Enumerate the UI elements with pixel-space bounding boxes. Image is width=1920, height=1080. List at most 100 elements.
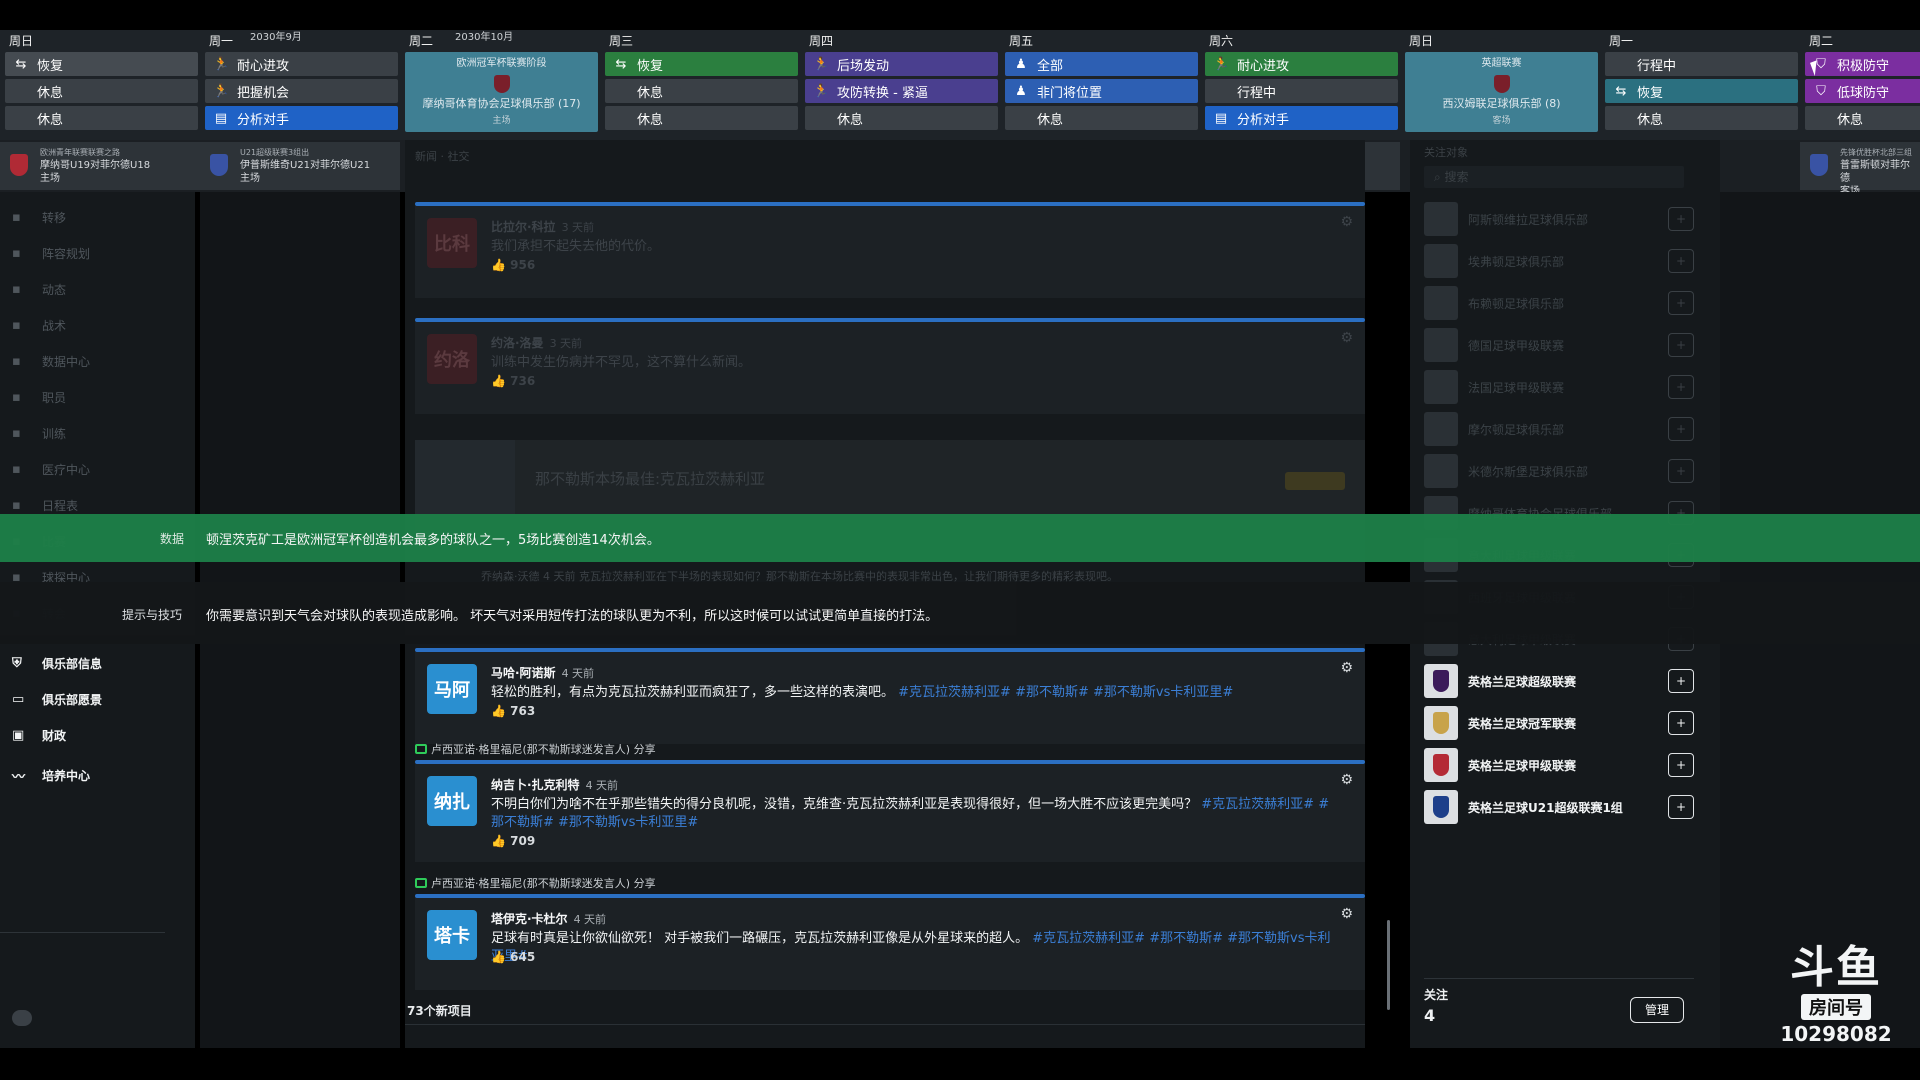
follow-button[interactable]: + [1668,291,1694,315]
day-label: 周四 [809,34,834,48]
follow-item[interactable]: 摩尔顿足球俱乐部 + [1424,412,1694,446]
post-likes[interactable]: 👍 709 [491,834,535,848]
nav-item-dim[interactable]: ▪ 日程表 [12,494,78,516]
social-post[interactable]: 马阿 马哈·阿诺斯 4 天前 轻松的胜利，有点为克瓦拉茨赫利亚而疯狂了，多一些这样的表… [415,646,1365,744]
gear-icon[interactable]: ⚙ [1340,214,1353,230]
follow-item[interactable]: 阿斯顿维拉足球俱乐部 + [1424,202,1694,236]
nav-item-vision[interactable]: ▭ 俱乐部愿景 [12,688,102,710]
training-slot[interactable]: 休息 [1805,106,1920,130]
nav-item-dim[interactable]: ▪ 阵容规划 [12,242,90,264]
gear-icon[interactable]: ⚙ [1340,660,1353,676]
avatar[interactable]: 纳扎 [427,776,477,826]
nav-item-dim[interactable]: ▪ 医疗中心 [12,458,90,480]
social-post[interactable]: 约洛 约洛·洛曼 3 天前 训练中发生伤病并不罕见，这不算什么新闻。 👍 736 ⚙ [415,316,1365,414]
match-cell[interactable]: 英超联赛 西汉姆联足球俱乐部 (8) 客场 [1405,52,1598,132]
avatar[interactable]: 塔卡 [427,910,477,960]
chat-icon[interactable] [12,1010,32,1026]
social-post[interactable]: 卢西亚诺·格里福尼(那不勒斯球迷发言人) 分享 塔卡 塔伊克·卡杜尔 4 天前 足球有时… [415,874,1365,990]
post-likes[interactable]: 👍 645 [491,950,535,964]
post-likes[interactable]: 👍 736 [491,374,535,388]
training-slot[interactable]: ⇆ 恢复 [1605,79,1798,103]
training-slot[interactable]: 休息 [5,79,198,103]
training-slot[interactable]: 休息 [605,79,798,103]
social-post[interactable]: 卢西亚诺·格里福尼(那不勒斯球迷发言人) 分享 纳扎 纳吉卜·扎克利特 4 天前 不明白… [415,740,1365,862]
gear-icon[interactable]: ⚙ [1340,906,1353,922]
gear-icon[interactable]: ⚙ [1340,330,1353,346]
follow-button[interactable]: + [1668,669,1694,693]
feed-scrollbar[interactable] [1387,920,1390,1010]
follow-item[interactable]: 英格兰足球甲级联赛 + [1424,748,1694,782]
league-logo [1424,790,1458,824]
training-slot[interactable]: ⇆ 恢复 [605,52,798,76]
nav-item-dim[interactable]: ▪ 转移 [12,206,66,228]
training-slot[interactable]: ▤ 分析对手 [1205,106,1398,130]
post-likes[interactable]: 👍 956 [491,258,535,272]
follow-item[interactable]: 法国足球甲级联赛 + [1424,370,1694,404]
post-author[interactable]: 纳吉卜·扎克利特 4 天前 [491,776,618,793]
post-author[interactable]: 马哈·阿诺斯 4 天前 [491,664,594,681]
reserve-fixture[interactable]: 先锋优胜杯北部三组普雷斯顿对菲尔德客场 [1800,142,1920,197]
post-likes[interactable]: 👍 763 [491,704,535,718]
training-slot[interactable]: 行程中 [1605,52,1798,76]
nav-item-dev[interactable]: 〰 培养中心 [12,764,90,786]
post-author[interactable]: 塔伊克·卡杜尔 4 天前 [491,910,606,927]
avatar[interactable]: 约洛 [427,334,477,384]
follow-button[interactable]: + [1668,459,1694,483]
follow-button[interactable]: + [1668,753,1694,777]
training-slot[interactable]: ▤ 分析对手 [205,106,398,130]
reserve-fixture[interactable]: 欧洲青年联赛联赛之路 摩纳哥U19对菲尔德U18 主场 [0,142,200,190]
post-author[interactable]: 约洛·洛曼 3 天前 [491,334,582,351]
gear-icon[interactable]: ⚙ [1340,772,1353,788]
training-slot[interactable]: 🏃 把握机会 [205,79,398,103]
social-post[interactable]: 比科 比拉尔·科拉 3 天前 我们承担不起失去他的代价。 👍 956 ⚙ [415,200,1365,298]
manage-button[interactable]: 管理 [1630,997,1684,1023]
follow-item[interactable]: 英格兰足球超级联赛 + [1424,664,1694,698]
training-slot[interactable]: 休息 [5,106,198,130]
training-slot[interactable]: 休息 [1005,106,1198,130]
follow-item[interactable]: 英格兰足球冠军联赛 + [1424,706,1694,740]
training-slot[interactable]: 🏃 后场发动 [805,52,998,76]
nav-item-dim[interactable]: ▪ 战术 [12,314,66,336]
follow-button[interactable]: + [1668,417,1694,441]
follow-search-input[interactable]: ⌕ 搜索 [1424,166,1684,188]
follow-item[interactable]: 英格兰足球U21超级联赛1组 + [1424,790,1694,824]
new-items-count[interactable]: 73个新项目 [407,1002,472,1019]
training-slot[interactable]: 🏃 攻防转换 - 紧逼 [805,79,998,103]
follow-item[interactable]: 德国足球甲级联赛 + [1424,328,1694,362]
reserve-fixture[interactable]: U21超级联赛3组出 伊普斯维奇U21对菲尔德U21 主场 [200,142,400,190]
training-slot[interactable]: 休息 [805,106,998,130]
nav-item-dim[interactable]: ▪ 数据中心 [12,350,90,372]
match-cell[interactable]: 欧洲冠军杯联赛阶段 摩纳哥体育协会足球俱乐部 (17) 主场 [405,52,598,132]
follow-button[interactable]: + [1668,207,1694,231]
training-slot[interactable]: 行程中 [1205,79,1398,103]
training-slot[interactable]: ⇆ 恢复 [5,52,198,76]
thumbs-up-icon: 👍 [491,258,511,272]
training-slot[interactable]: ♟ 非门将位置 [1005,79,1198,103]
avatar[interactable]: 马阿 [427,664,477,714]
follow-button[interactable]: + [1668,711,1694,735]
post-author[interactable]: 比拉尔·科拉 3 天前 [491,218,594,235]
follow-button[interactable]: + [1668,795,1694,819]
thumbs-up-icon: 👍 [491,374,511,388]
follow-item[interactable]: 布赖顿足球俱乐部 + [1424,286,1694,320]
nav-item-finance[interactable]: ▣ 财政 [12,724,66,746]
training-slot[interactable]: ♟ 全部 [1005,52,1198,76]
follow-button[interactable]: + [1668,333,1694,357]
post-hashtags[interactable]: #克瓦拉茨赫利亚# #那不勒斯# #那不勒斯vs卡利亚里# [898,685,1233,700]
training-slot[interactable]: 🏃 耐心进攻 [1205,52,1398,76]
follow-button[interactable]: + [1668,375,1694,399]
follow-button[interactable]: + [1668,249,1694,273]
month-label: 2030年9月 [250,32,302,43]
feed-filter[interactable]: 新闻 · 社交 [415,148,470,164]
nav-item-dim[interactable]: ▪ 训练 [12,422,66,444]
follow-item[interactable]: 埃弗顿足球俱乐部 + [1424,244,1694,278]
nav-item-dim[interactable]: ▪ 职员 [12,386,66,408]
training-slot[interactable]: 休息 [1605,106,1798,130]
follow-item[interactable]: 米德尔斯堡足球俱乐部 + [1424,454,1694,488]
training-slot[interactable]: ⛉ 低球防守 [1805,79,1920,103]
nav-item-dim[interactable]: ▪ 动态 [12,278,66,300]
nav-item-shield[interactable]: ⛨ 俱乐部信息 [12,652,102,674]
training-slot[interactable]: 🏃 耐心进攻 [205,52,398,76]
avatar[interactable]: 比科 [427,218,477,268]
training-slot[interactable]: 休息 [605,106,798,130]
